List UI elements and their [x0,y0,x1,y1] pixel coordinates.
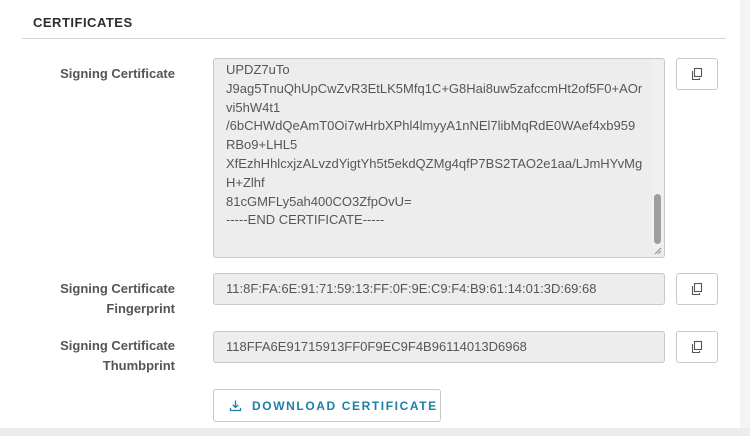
textarea-scrollbar[interactable] [652,60,663,248]
thumbprint-label-line2: Thumbprint [102,358,175,373]
signing-certificate-label: Signing Certificate [60,66,175,81]
section-divider [22,38,726,39]
copy-fingerprint-button[interactable] [676,273,718,305]
certificate-line: J9ag5TnuQhUpCwZvR3EtLK5Mfq1C+G8Hai8uw5za… [226,80,643,96]
copy-icon [691,67,703,81]
copy-thumbprint-button[interactable] [676,331,718,363]
section-title: CERTIFICATES [33,15,133,30]
certificate-line: UPDZ7uTo [226,62,290,77]
certificate-line: /6bCHWdQeAmT0Oi7wHrbXPhl4lmyyA1nNEl7libM… [226,118,636,134]
certificate-line: XfEzhHhlcxjzALvzdYigtYh5t5ekdQZMg4qfP7BS… [226,155,643,171]
copy-icon [691,282,703,296]
certificate-line: RBo9+LHL5 [226,137,298,153]
fingerprint-field[interactable]: 11:8F:FA:6E:91:71:59:13:FF:0F:9E:C9:F4:B… [213,273,665,305]
thumbprint-field[interactable]: 118FFA6E91715913FF0F9EC9F4B96114013D6968 [213,331,665,363]
resize-grip-icon[interactable] [654,247,662,255]
certificate-line: H+Zlhf [226,174,265,190]
fingerprint-label: Signing Certificate Fingerprint [60,279,175,319]
scrollbar-thumb[interactable] [654,194,661,244]
certificates-panel: CERTIFICATES Signing Certificate UPDZ7uT… [0,0,740,428]
copy-certificate-button[interactable] [676,58,718,90]
page-background-right [740,0,750,436]
download-certificate-button[interactable]: DOWNLOAD CERTIFICATE [213,389,441,422]
certificate-line: -----END CERTIFICATE----- [226,212,385,228]
download-icon [229,400,242,412]
certificate-text: UPDZ7uTo J9ag5TnuQhUpCwZvR3EtLK5Mfq1C+G8H… [226,61,646,230]
copy-icon [691,340,703,354]
certificate-line: vi5hW4t1 [226,99,281,115]
thumbprint-label: Signing Certificate Thumbprint [60,336,175,376]
fingerprint-label-line1: Signing Certificate [60,281,175,296]
fingerprint-label-line2: Fingerprint [106,301,175,316]
page-background-bottom [0,428,750,436]
thumbprint-label-line1: Signing Certificate [60,338,175,353]
download-certificate-label: DOWNLOAD CERTIFICATE [252,398,438,413]
certificate-line: 81cGMFLy5ah400CO3ZfpOvU= [226,193,412,209]
signing-certificate-textarea[interactable]: UPDZ7uTo J9ag5TnuQhUpCwZvR3EtLK5Mfq1C+G8H… [213,58,665,258]
